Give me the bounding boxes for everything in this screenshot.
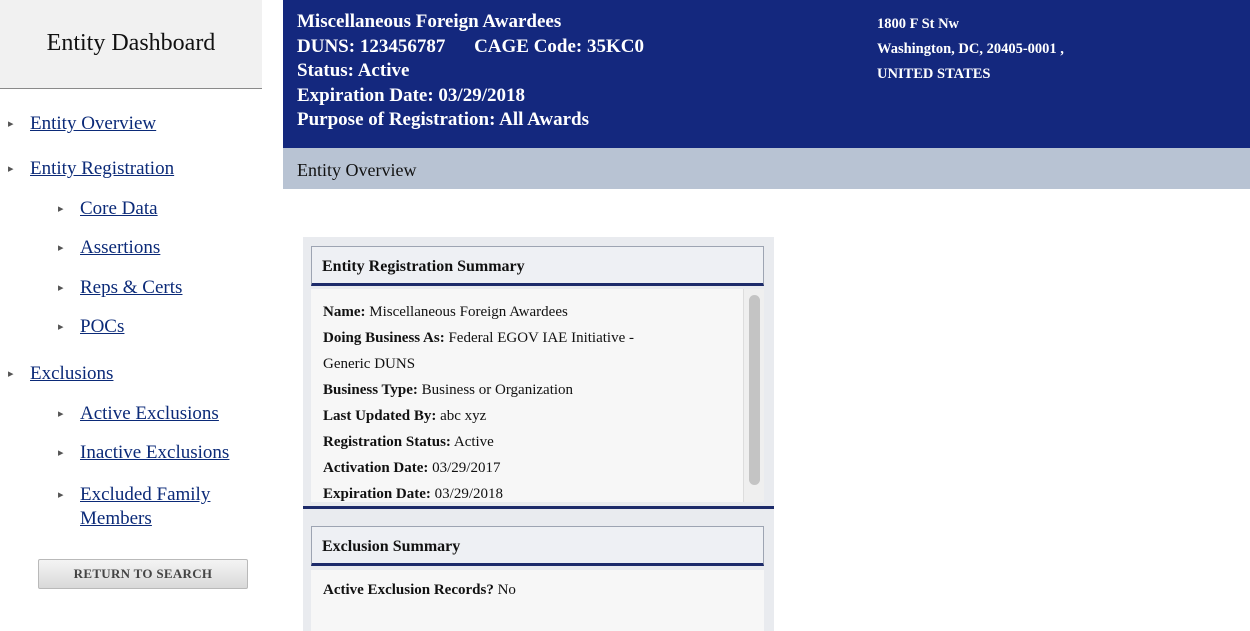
sidebar-item-exclusions[interactable]: ▸ Exclusions bbox=[8, 362, 113, 386]
entity-expiration: Expiration Date: 03/29/2018 bbox=[297, 84, 525, 106]
sidebar-item-reps-certs[interactable]: ▸ Reps & Certs bbox=[58, 276, 182, 300]
field-expiration-date: Expiration Date: 03/29/2018 bbox=[323, 486, 504, 502]
active-exclusion-records: Active Exclusion Records? No bbox=[323, 582, 516, 598]
sidebar-item-core-data[interactable]: ▸ Core Data bbox=[58, 197, 158, 221]
duns-value: 123456787 bbox=[359, 35, 446, 57]
entity-address: 1800 F St Nw Washington, DC, 20405-0001 … bbox=[877, 12, 1064, 87]
summary-scrollbar[interactable] bbox=[743, 289, 764, 502]
duns-label: DUNS: bbox=[297, 35, 356, 57]
sidebar-item-pocs[interactable]: ▸ POCs bbox=[58, 315, 124, 339]
exclusion-summary-heading: Exclusion Summary bbox=[311, 526, 764, 566]
sidebar-item-assertions[interactable]: ▸ Assertions bbox=[58, 236, 160, 260]
caret-right-icon: ▸ bbox=[8, 368, 14, 380]
exclusion-summary-body: Active Exclusion Records? No bbox=[311, 570, 764, 631]
section-title: Entity Overview bbox=[297, 160, 417, 180]
field-registration-status: Registration Status: Active bbox=[323, 434, 494, 450]
field-activation-date: Activation Date: 03/29/2017 bbox=[323, 460, 501, 476]
entity-purpose: Purpose of Registration: All Awards bbox=[297, 109, 590, 130]
dashboard-title: Entity Dashboard bbox=[0, 0, 262, 89]
entity-name: Miscellaneous Foreign Awardees bbox=[297, 11, 562, 32]
field-name: Name: Miscellaneous Foreign Awardees bbox=[323, 304, 568, 320]
section-title-bar: Entity Overview bbox=[283, 148, 1250, 189]
caret-right-icon: ▸ bbox=[58, 489, 64, 501]
sidebar-item-entity-registration[interactable]: ▸ Entity Registration bbox=[8, 157, 174, 181]
caret-right-icon: ▸ bbox=[8, 163, 14, 175]
section-divider bbox=[303, 506, 774, 509]
address-line1: 1800 F St Nw bbox=[877, 16, 960, 32]
scrollbar-thumb[interactable] bbox=[749, 295, 760, 485]
cage-label: CAGE Code: bbox=[474, 35, 583, 57]
caret-right-icon: ▸ bbox=[58, 203, 64, 215]
entity-status: Status: Active bbox=[297, 60, 410, 81]
cage-value: 35KC0 bbox=[587, 35, 645, 57]
sidebar-item-active-exclusions[interactable]: ▸ Active Exclusions bbox=[58, 402, 219, 426]
field-business-type: Business Type: Business or Organization bbox=[323, 382, 574, 398]
return-to-search-button[interactable]: RETURN TO SEARCH bbox=[38, 559, 248, 589]
field-dba-cont: Generic DUNS bbox=[323, 356, 416, 372]
registration-summary-heading: Entity Registration Summary bbox=[311, 246, 764, 286]
sidebar-item-excluded-family-members[interactable]: ▸ Excluded Family Members bbox=[58, 483, 210, 531]
entity-ids: DUNS: 123456787 CAGE Code: 35KC0 bbox=[297, 35, 644, 60]
caret-right-icon: ▸ bbox=[58, 242, 64, 254]
caret-right-icon: ▸ bbox=[58, 447, 64, 459]
sidebar-item-inactive-exclusions[interactable]: ▸ Inactive Exclusions bbox=[58, 441, 229, 465]
registration-summary-text: Name: Miscellaneous Foreign Awardees Doi… bbox=[323, 299, 723, 502]
caret-right-icon: ▸ bbox=[58, 321, 64, 333]
entity-header: Miscellaneous Foreign Awardees DUNS: 123… bbox=[283, 0, 1250, 148]
address-line3: UNITED STATES bbox=[877, 66, 991, 82]
entity-info: Miscellaneous Foreign Awardees DUNS: 123… bbox=[297, 10, 644, 133]
sidebar-item-entity-overview[interactable]: ▸ Entity Overview bbox=[8, 112, 156, 136]
address-line2: Washington, DC, 20405-0001 , bbox=[877, 41, 1064, 57]
field-dba: Doing Business As: Federal EGOV IAE Init… bbox=[323, 330, 634, 346]
summary-panel: Entity Registration Summary Name: Miscel… bbox=[303, 237, 774, 631]
sidebar: Entity Dashboard ▸ Entity Overview ▸ Entit… bbox=[0, 0, 265, 631]
registration-summary-body[interactable]: Name: Miscellaneous Foreign Awardees Doi… bbox=[311, 289, 764, 502]
field-last-updated: Last Updated By: abc xyz bbox=[323, 408, 487, 424]
caret-right-icon: ▸ bbox=[58, 408, 64, 420]
caret-right-icon: ▸ bbox=[8, 118, 14, 130]
caret-right-icon: ▸ bbox=[58, 282, 64, 294]
